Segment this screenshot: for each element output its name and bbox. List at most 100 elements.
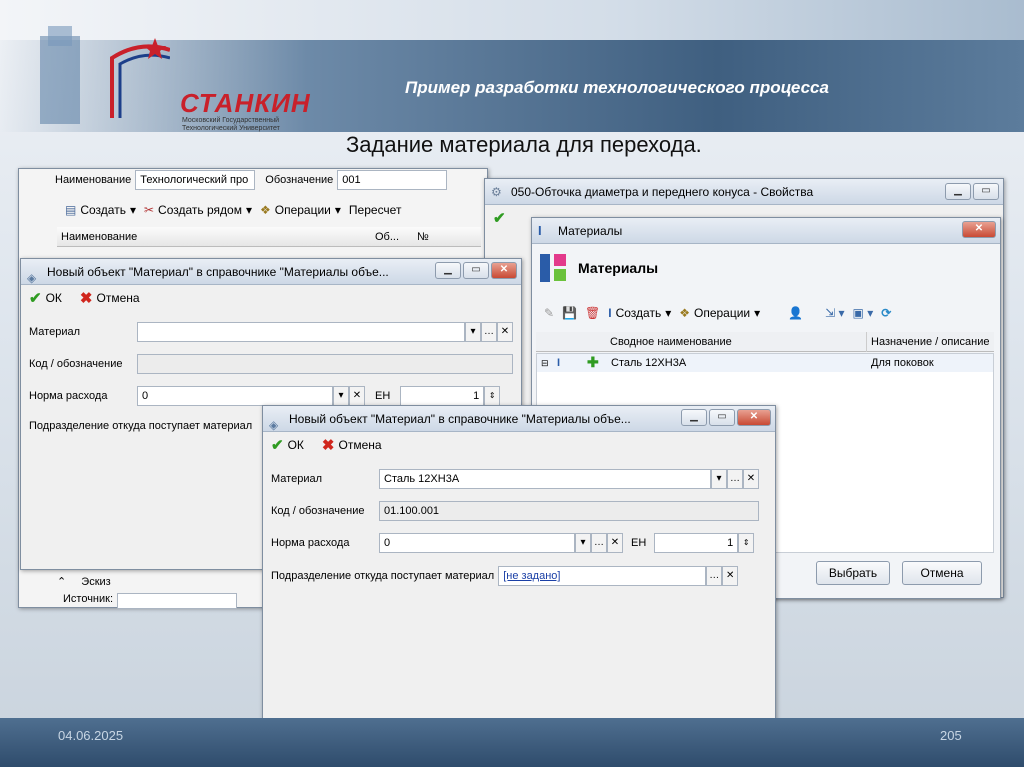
create-button[interactable]: ▤ Создать ▾	[65, 203, 136, 217]
ok-button[interactable]: ✔ ОК	[29, 289, 62, 307]
close-button[interactable]: ✕	[491, 262, 517, 279]
code-field[interactable]: 001	[337, 170, 448, 190]
check-icon: ✔	[271, 437, 284, 454]
check-icon: ✔	[29, 290, 42, 307]
unit-field[interactable]: 1	[400, 386, 485, 406]
unit-field[interactable]: 1	[654, 533, 739, 553]
col-summary-name[interactable]: Сводное наименование	[610, 332, 732, 352]
refresh-icon[interactable]: ⟳	[881, 306, 891, 320]
dialog2-titlebar: ◈ Новый объект "Материал" в справочнике …	[263, 406, 775, 432]
create-near-button[interactable]: ✂ Создать рядом ▾	[144, 203, 252, 217]
slide-number: 205	[940, 728, 962, 743]
maximize-button[interactable]: ▭	[463, 262, 489, 279]
name-field[interactable]: Технологический про	[135, 170, 256, 190]
dialog1-toolbar: ✔ ОК ✖ Отмена	[21, 285, 521, 311]
clear-button[interactable]: ✕	[743, 469, 759, 489]
properties-titlebar: ⚙ 050-Обточка диаметра и переднего конус…	[485, 179, 1003, 205]
materials-create-button[interactable]: I Создать ▾	[608, 306, 671, 320]
materials-big-icon	[540, 254, 568, 282]
unit-label: ЕН	[375, 390, 391, 402]
source-label: Источник:	[63, 593, 114, 605]
sketch-section[interactable]: ⌃ Эскиз	[57, 575, 287, 589]
dropdown-button[interactable]: ▾	[575, 533, 591, 553]
minimize-button[interactable]: ▁	[945, 183, 971, 200]
dept-label: Подразделение откуда поступает материал	[29, 420, 253, 432]
window-icon: ◈	[27, 271, 37, 285]
cross-icon: ✖	[321, 437, 335, 454]
code-field	[137, 354, 513, 374]
slide-title: Пример разработки технологического проце…	[405, 78, 829, 97]
doc-icon: ▤	[65, 203, 77, 217]
cancel-button[interactable]: ✖ Отмена	[322, 436, 382, 454]
material-field[interactable]: Сталь 12ХН3А	[379, 469, 711, 489]
materials-cancel-button[interactable]: Отмена	[902, 561, 982, 585]
maximize-button[interactable]: ▭	[709, 409, 735, 426]
recalc-button[interactable]: Пересчет	[349, 203, 402, 217]
minimize-button[interactable]: ▁	[435, 262, 461, 279]
plus-icon: ✚	[587, 354, 599, 370]
save-icon[interactable]: 💾	[562, 306, 577, 320]
source-field[interactable]	[117, 593, 238, 609]
norm-field[interactable]: 0	[379, 533, 575, 553]
minimize-button[interactable]: ▁	[681, 409, 707, 426]
materials-grid-header: Сводное наименование Назначение / описан…	[536, 332, 994, 352]
edit-icon[interactable]: ✎	[544, 306, 554, 320]
material-field[interactable]	[137, 322, 465, 342]
stankin-logo: СТАНКИН Московский Государственный Техно…	[20, 18, 310, 132]
browse-button[interactable]: …	[481, 322, 497, 342]
code-label: Обозначение	[265, 174, 334, 186]
slide-footer: 04.06.2025 205	[0, 718, 1024, 767]
browse-button[interactable]: …	[591, 533, 607, 553]
user-icon[interactable]: 👤	[788, 306, 803, 320]
delete-icon[interactable]: 🗑	[585, 306, 600, 320]
col-obj[interactable]: Об...	[375, 227, 399, 247]
table-row[interactable]: ⊟ I ✚ Сталь 12ХН3А Для поковок	[537, 354, 993, 372]
close-button[interactable]: ✕	[737, 409, 771, 426]
slide-date: 04.06.2025	[58, 728, 124, 743]
spin-button[interactable]: ⇕	[738, 533, 755, 553]
code-label: Код / обозначение	[271, 505, 365, 517]
norm-label: Норма расхода	[29, 390, 108, 402]
gear-icon: ⚙	[491, 185, 502, 199]
select-button[interactable]: Выбрать	[816, 561, 890, 585]
browse-button[interactable]: …	[727, 469, 743, 489]
clear-button[interactable]: ✕	[607, 533, 623, 553]
spin-button[interactable]: ⇕	[484, 386, 501, 406]
dropdown-button[interactable]: ▾	[711, 469, 727, 489]
materials-operations-button[interactable]: ❖ Операции ▾	[679, 306, 760, 320]
cancel-button[interactable]: ✖ Отмена	[80, 289, 140, 307]
export-icon[interactable]: ⇲ ▾	[825, 306, 844, 320]
dropdown-button[interactable]: ▾	[333, 386, 349, 406]
norm-field[interactable]: 0	[137, 386, 333, 406]
expand-icon[interactable]: ⊟	[541, 354, 549, 372]
close-button[interactable]: ✕	[962, 221, 996, 238]
materials-toolbar: ✎ 💾 🗑 I Создать ▾ ❖ Операции ▾ 👤 ⇲ ▾ ▣ ▾ ⟳	[536, 300, 996, 326]
logo-subtitle: Московский Государственный Технологическ…	[182, 117, 280, 132]
materials-row-icon: I	[557, 357, 561, 369]
maximize-button[interactable]: ▭	[973, 183, 999, 200]
materials-titlebar: I Материалы ✕	[532, 218, 1000, 244]
col-purpose[interactable]: Назначение / описание	[866, 332, 989, 352]
col-num[interactable]: №	[417, 227, 429, 247]
clear-button[interactable]: ✕	[722, 566, 739, 586]
code-label: Код / обозначение	[29, 358, 123, 370]
logo-name: СТАНКИН	[180, 88, 311, 118]
col-name[interactable]: Наименование	[61, 227, 137, 247]
dropdown-button[interactable]: ▾	[465, 322, 481, 342]
clear-button[interactable]: ✕	[349, 386, 365, 406]
cross-icon: ✖	[79, 290, 93, 307]
dialog1-titlebar: ◈ Новый объект "Материал" в справочнике …	[21, 259, 521, 285]
browse-button[interactable]: …	[706, 566, 723, 586]
materials-small-icon: I	[608, 306, 612, 320]
materials-header: Материалы	[578, 260, 659, 276]
material-label: Материал	[29, 326, 80, 338]
view-icon[interactable]: ▣ ▾	[853, 306, 874, 320]
operations-button[interactable]: ❖ Операции ▾	[260, 203, 341, 217]
unit-label: ЕН	[631, 537, 647, 549]
dept-link[interactable]: [не задано]	[503, 570, 560, 582]
clear-button[interactable]: ✕	[497, 322, 513, 342]
ok-button[interactable]: ✔ ОК	[271, 436, 304, 454]
process-toolbar: ▤ Создать ▾ ✂ Создать рядом ▾ ❖ Операции ▾ …	[57, 197, 481, 223]
dept-field[interactable]: [не задано]	[498, 566, 707, 586]
check-icon[interactable]: ✔	[493, 209, 506, 227]
